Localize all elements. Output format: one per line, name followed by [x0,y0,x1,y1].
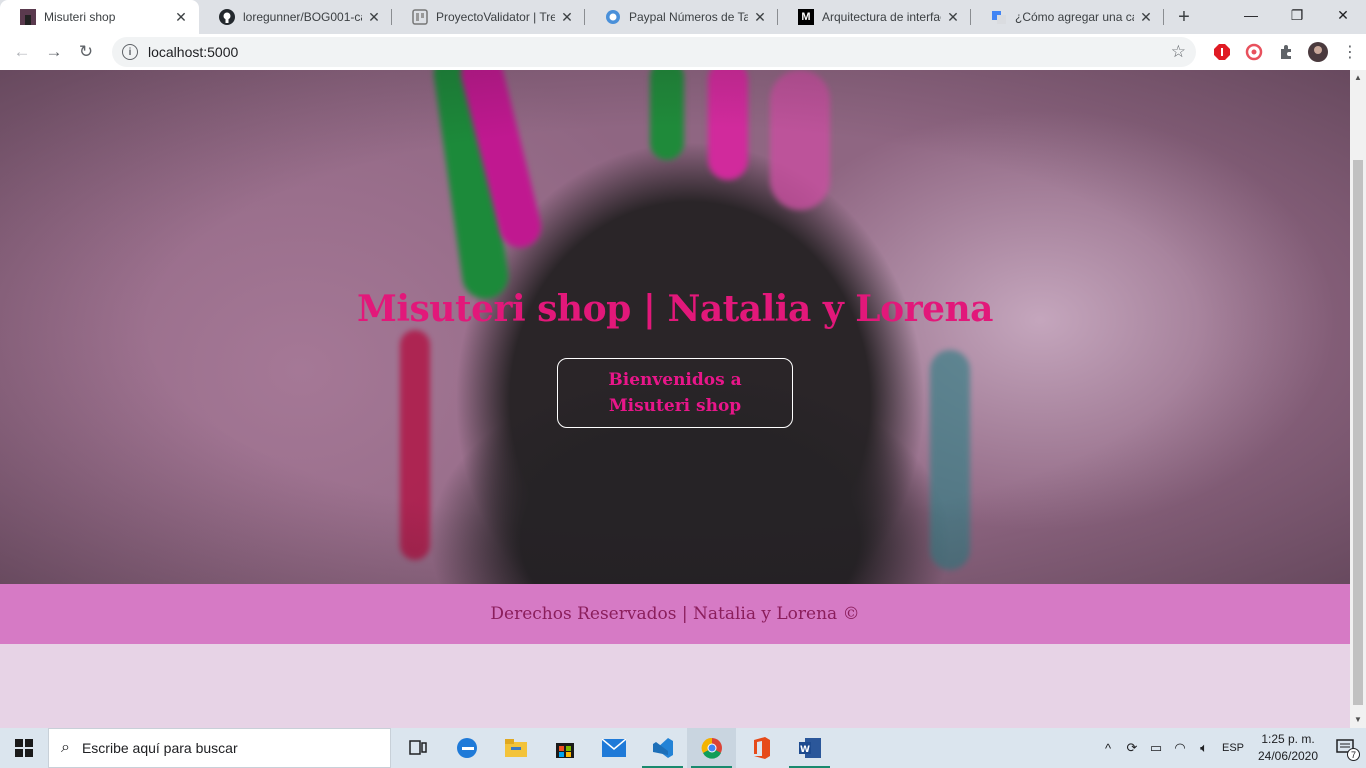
scroll-up-icon[interactable]: ▲ [1350,70,1366,86]
close-tab-icon[interactable]: ✕ [945,9,961,25]
close-tab-icon[interactable]: ✕ [366,9,382,25]
hero-title: Misuteri shop | Natalia y Lorena [356,288,994,330]
battery-icon[interactable]: ▭ [1144,728,1168,768]
close-tab-icon[interactable]: ✕ [173,9,189,25]
browser-toolbar: ← → ↻ i localhost:5000 ☆ ⋮ [0,34,1366,70]
wifi-icon[interactable]: ◠ [1168,728,1192,768]
clock-date: 24/06/2020 [1257,749,1319,763]
tab-misuteri-shop[interactable]: Misuteri shop ✕ [0,0,199,34]
github-icon [219,9,235,25]
tab-translate[interactable]: ¿Cómo agregar una cap ✕ [971,0,1164,34]
task-view-icon[interactable] [393,728,442,768]
paypal-icon [605,9,621,25]
svg-text:W: W [800,745,810,755]
language-indicator[interactable]: ESP [1216,728,1250,768]
edge-icon[interactable] [442,728,491,768]
close-window-icon[interactable]: ✕ [1320,0,1366,30]
reload-icon[interactable]: ↻ [70,36,102,68]
footer-text: Derechos Reservados | Natalia y Lorena © [490,604,860,624]
welcome-button[interactable]: Bienvenidos a Misuteri shop [557,358,793,428]
windows-start-icon[interactable] [0,728,48,768]
back-icon[interactable]: ← [6,36,38,68]
vertical-scrollbar[interactable]: ▲ ▼ [1350,70,1366,728]
tab-title: Paypal Números de Tarj [629,10,748,24]
search-icon: ⌕ [61,739,70,756]
chrome-icon[interactable] [687,728,736,768]
browser-tab-bar: Misuteri shop ✕ loregunner/BOG001-ca ✕ P… [0,0,1366,34]
mail-icon[interactable] [589,728,638,768]
system-tray: ^ ⟳ ▭ ◠ 🔈︎ ESP 1:25 p. m. 24/06/2020 7 [1096,728,1366,768]
tab-separator [1163,9,1164,25]
minimize-icon[interactable]: — [1228,0,1274,30]
tab-trello[interactable]: ProyectoValidator | Trell ✕ [392,0,585,34]
vscode-icon[interactable] [638,728,687,768]
medium-icon: M [798,9,814,25]
profile-avatar[interactable] [1302,36,1334,68]
url-text: localhost:5000 [148,44,239,60]
search-placeholder: Escribe aquí para buscar [81,740,238,756]
site-footer: Derechos Reservados | Natalia y Lorena © [0,584,1350,644]
misuteri-favicon-icon [20,9,36,25]
clock-time: 1:25 p. m. [1261,732,1315,746]
windows-taskbar: ⌕ Escribe aquí para buscar W ^ ⟳ ▭ ◠ 🔈︎ … [0,728,1366,768]
close-tab-icon[interactable]: ✕ [559,9,575,25]
close-tab-icon[interactable]: ✕ [1138,9,1154,25]
hero-section: Misuteri shop | Natalia y Lorena Bienven… [0,70,1350,584]
tab-title: ¿Cómo agregar una cap [1015,10,1134,24]
site-info-icon[interactable]: i [122,44,138,60]
tab-title: loregunner/BOG001-ca [243,10,362,24]
scrollbar-thumb[interactable] [1353,160,1363,705]
notifications-icon[interactable]: 7 [1326,728,1366,768]
extensions-puzzle-icon[interactable] [1270,36,1302,68]
page-viewport: Misuteri shop | Natalia y Lorena Bienven… [0,70,1350,728]
file-explorer-icon[interactable] [491,728,540,768]
window-controls: — ❐ ✕ [1228,0,1366,34]
network-sync-icon[interactable]: ⟳ [1120,728,1144,768]
menu-kebab-icon[interactable]: ⋮ [1334,36,1366,68]
tab-github[interactable]: loregunner/BOG001-ca ✕ [199,0,392,34]
adblock-extension-icon[interactable] [1206,36,1238,68]
close-tab-icon[interactable]: ✕ [752,9,768,25]
translate-icon [991,9,1007,25]
trello-icon [412,9,428,25]
scroll-down-icon[interactable]: ▼ [1350,712,1366,728]
bookmark-star-icon[interactable]: ☆ [1171,42,1186,62]
show-hidden-icons-icon[interactable]: ^ [1096,728,1120,768]
new-tab-button[interactable]: + [1170,0,1198,34]
address-bar[interactable]: i localhost:5000 ☆ [112,37,1196,67]
tab-paypal[interactable]: Paypal Números de Tarj ✕ [585,0,778,34]
volume-icon[interactable]: 🔈︎ [1192,728,1216,768]
restore-icon[interactable]: ❐ [1274,0,1320,30]
clock[interactable]: 1:25 p. m. 24/06/2020 [1250,731,1326,765]
word-icon[interactable]: W [785,728,834,768]
page-background [0,644,1350,728]
tab-title: Misuteri shop [44,10,116,24]
notification-badge: 7 [1347,748,1360,761]
tab-title: Arquitectura de interfac [822,10,941,24]
extension-swirl-icon[interactable] [1238,36,1270,68]
forward-icon[interactable]: → [38,36,70,68]
office-icon[interactable] [736,728,785,768]
taskbar-search[interactable]: ⌕ Escribe aquí para buscar [48,728,391,768]
store-icon[interactable] [540,728,589,768]
tab-medium[interactable]: M Arquitectura de interfac ✕ [778,0,971,34]
tab-title: ProyectoValidator | Trell [436,10,555,24]
